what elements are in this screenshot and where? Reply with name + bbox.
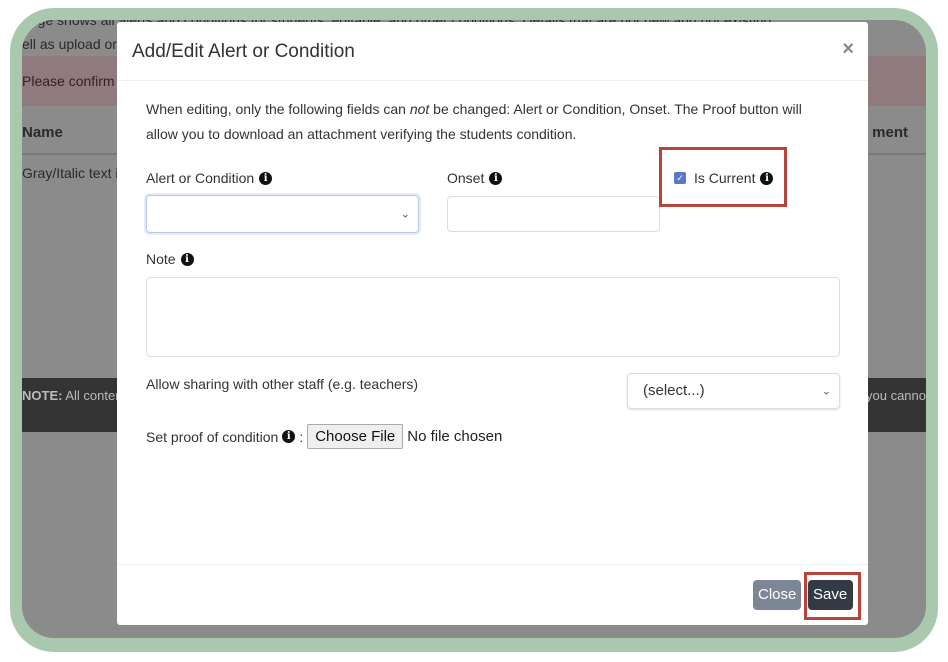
bg-row: Gray/Italic text i (22, 165, 119, 181)
highlight-box-save (804, 572, 861, 620)
bg-note-text: All conten (62, 388, 123, 403)
bg-note-left: NOTE: All conten (22, 388, 122, 403)
close-icon[interactable]: × (842, 38, 854, 61)
sharing-select-value: (select...) (643, 382, 705, 399)
alert-condition-select[interactable]: ⌄ (146, 195, 419, 233)
note-label-text: Note (146, 251, 176, 267)
info-icon[interactable]: i (180, 252, 194, 266)
bg-col-right: ment (872, 124, 908, 141)
footer-divider (117, 564, 868, 565)
info-icon[interactable]: i (489, 171, 503, 185)
intro-em: not (409, 101, 430, 117)
choose-file-button[interactable]: Choose File (307, 424, 404, 449)
onset-label: Onset i (447, 170, 503, 186)
proof-row: Set proof of condition i: Choose File No … (146, 424, 502, 449)
proof-label: Set proof of condition (146, 428, 279, 445)
onset-input[interactable] (447, 196, 660, 232)
bg-note-bold: NOTE: (22, 388, 63, 403)
sharing-label: Allow sharing with other staff (e.g. tea… (146, 376, 419, 392)
chevron-down-icon: ⌄ (821, 385, 831, 398)
bg-alert-text: Please confirm (22, 73, 115, 89)
onset-label-text: Onset (447, 170, 485, 186)
intro-text: When editing, only the following fields … (146, 97, 826, 147)
no-file-text: No file chosen (407, 428, 503, 445)
close-button[interactable]: Close (753, 580, 801, 610)
bg-note-right: you canno (866, 388, 926, 403)
info-icon[interactable]: i (259, 171, 273, 185)
bg-intro-line2: ell as upload or (22, 36, 117, 52)
info-icon[interactable]: i (282, 430, 296, 443)
proof-colon: : (299, 428, 304, 445)
note-label: Note i (146, 251, 194, 267)
alert-label-text: Alert or Condition (146, 170, 255, 186)
alert-label: Alert or Condition i (146, 170, 273, 186)
chevron-down-icon: ⌄ (400, 208, 410, 221)
modal-title: Add/Edit Alert or Condition (132, 41, 355, 62)
note-textarea[interactable] (146, 277, 840, 357)
bg-col-name: Name (22, 124, 63, 141)
header-divider (117, 80, 868, 81)
intro-pre: When editing, only the following fields … (146, 101, 410, 117)
add-edit-alert-modal: Add/Edit Alert or Condition × When editi… (117, 22, 868, 625)
sharing-select[interactable]: (select...) ⌄ (627, 373, 840, 409)
highlight-box-is-current (659, 147, 787, 207)
